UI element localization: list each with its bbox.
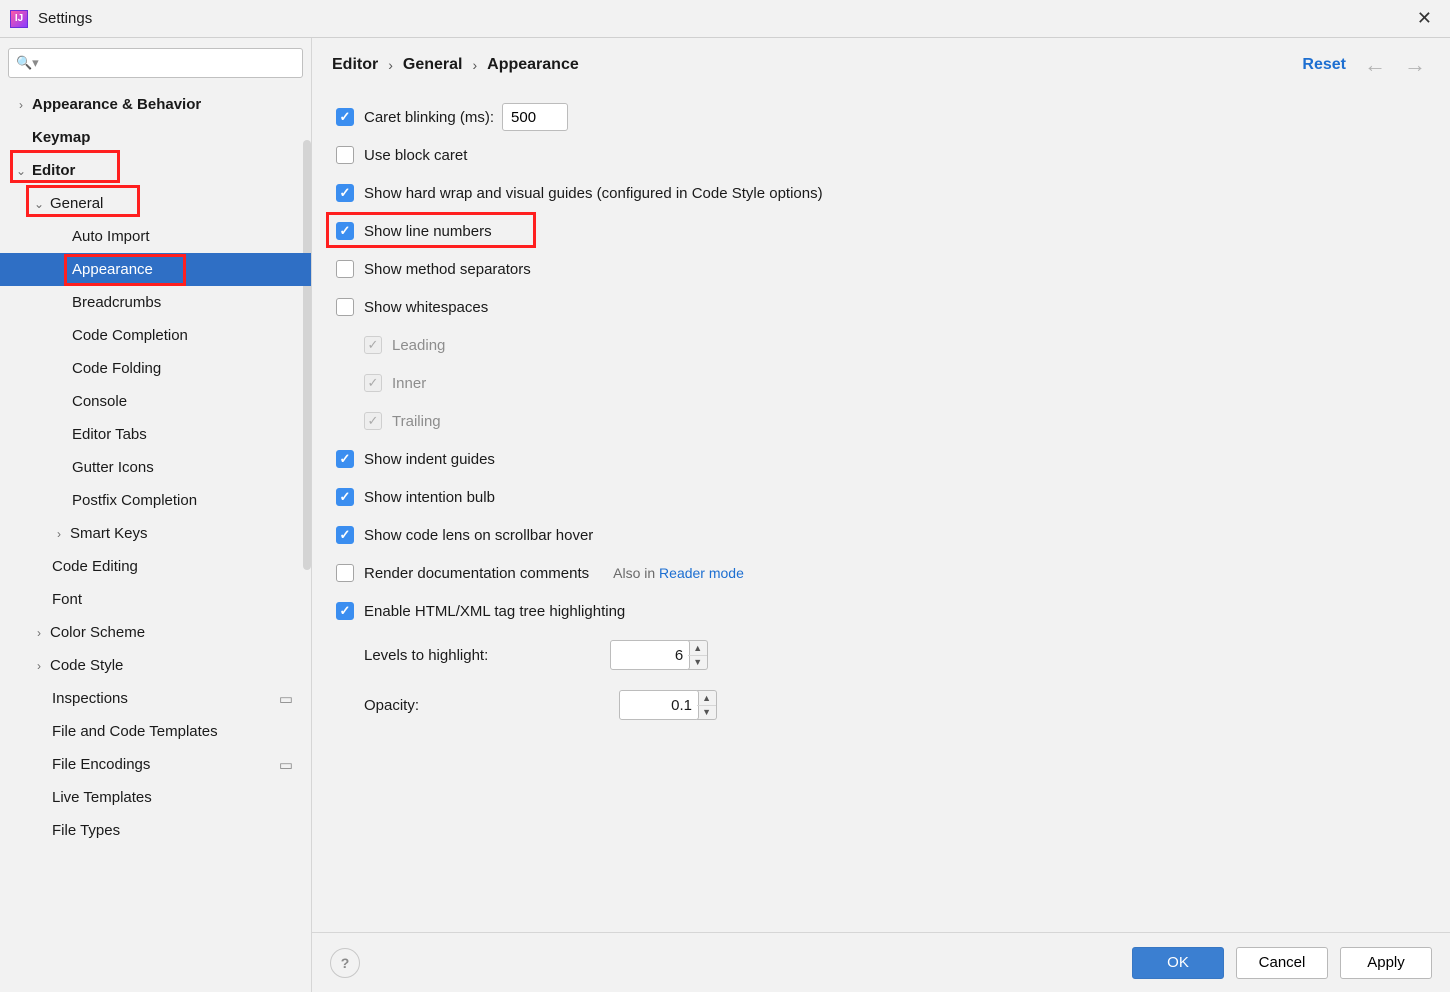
tree-general[interactable]: ⌄General — [0, 187, 311, 220]
breadcrumb-appearance: Appearance — [487, 56, 579, 74]
body: 🔍▾ ›Appearance & Behavior Keymap ⌄Editor… — [0, 38, 1450, 992]
chevron-up-icon[interactable]: ▲ — [697, 691, 716, 706]
tree-file-code-templates[interactable]: File and Code Templates — [0, 715, 311, 748]
checkbox-ws-trailing — [364, 412, 382, 430]
opt-render-doc: Render documentation comments Also in Re… — [336, 554, 1426, 592]
reset-button[interactable]: Reset — [1302, 56, 1346, 74]
breadcrumb-general[interactable]: General — [403, 56, 463, 74]
opt-block-caret: Use block caret — [336, 136, 1426, 174]
checkbox-indent-guides[interactable] — [336, 450, 354, 468]
caret-blinking-input[interactable] — [502, 103, 568, 131]
chevron-up-icon[interactable]: ▲ — [688, 641, 707, 656]
levels-stepper[interactable]: ▲▼ — [688, 640, 708, 670]
tree-editor-tabs[interactable]: Editor Tabs — [0, 418, 311, 451]
close-icon[interactable]: ✕ — [1409, 4, 1440, 33]
project-icon: ▭ — [279, 756, 293, 774]
checkbox-render-doc[interactable] — [336, 564, 354, 582]
tree-file-types[interactable]: File Types — [0, 814, 311, 847]
checkbox-hard-wrap[interactable] — [336, 184, 354, 202]
tree-code-folding[interactable]: Code Folding — [0, 352, 311, 385]
opt-html-xml: Enable HTML/XML tag tree highlighting — [336, 592, 1426, 630]
settings-tree: ›Appearance & Behavior Keymap ⌄Editor ⌄G… — [0, 88, 311, 992]
forward-icon[interactable]: → — [1404, 52, 1426, 78]
opt-ws-inner: Inner — [364, 364, 1426, 402]
opt-ws-trailing: Trailing — [364, 402, 1426, 440]
levels-input[interactable]: 6 — [610, 640, 690, 670]
app-icon: IJ — [10, 10, 28, 28]
opt-opacity: Opacity: 0.1 ▲▼ — [364, 680, 1426, 730]
checkbox-intention-bulb[interactable] — [336, 488, 354, 506]
chevron-right-icon: › — [472, 57, 477, 73]
opt-indent-guides: Show indent guides — [336, 440, 1426, 478]
tree-code-style[interactable]: ›Code Style — [0, 649, 311, 682]
opacity-stepper[interactable]: ▲▼ — [697, 690, 717, 720]
apply-button[interactable]: Apply — [1340, 947, 1432, 979]
main-panel: Editor › General › Appearance Reset ← → … — [312, 38, 1450, 992]
tree-code-completion[interactable]: Code Completion — [0, 319, 311, 352]
opt-hard-wrap: Show hard wrap and visual guides (config… — [336, 174, 1426, 212]
sidebar: 🔍▾ ›Appearance & Behavior Keymap ⌄Editor… — [0, 38, 312, 992]
search-input[interactable] — [8, 48, 303, 78]
breadcrumb-editor[interactable]: Editor — [332, 56, 378, 74]
opt-code-lens: Show code lens on scrollbar hover — [336, 516, 1426, 554]
opt-intention-bulb: Show intention bulb — [336, 478, 1426, 516]
opt-levels: Levels to highlight: 6 ▲▼ — [364, 630, 1426, 680]
opt-whitespaces: Show whitespaces — [336, 288, 1426, 326]
tree-appearance[interactable]: Appearance — [0, 253, 311, 286]
checkbox-whitespaces[interactable] — [336, 298, 354, 316]
opt-ws-leading: Leading — [364, 326, 1426, 364]
main-header: Editor › General › Appearance Reset ← → — [312, 38, 1450, 92]
tree-breadcrumbs[interactable]: Breadcrumbs — [0, 286, 311, 319]
tree-postfix-completion[interactable]: Postfix Completion — [0, 484, 311, 517]
checkbox-method-separators[interactable] — [336, 260, 354, 278]
tree-live-templates[interactable]: Live Templates — [0, 781, 311, 814]
tree-file-encodings[interactable]: File Encodings▭ — [0, 748, 311, 781]
search-wrap: 🔍▾ — [0, 38, 311, 88]
tree-gutter-icons[interactable]: Gutter Icons — [0, 451, 311, 484]
footer: ? OK Cancel Apply — [312, 932, 1450, 992]
chevron-down-icon[interactable]: ▼ — [688, 656, 707, 670]
checkbox-html-xml[interactable] — [336, 602, 354, 620]
help-button[interactable]: ? — [330, 948, 360, 978]
project-icon: ▭ — [279, 690, 293, 708]
tree-font[interactable]: Font — [0, 583, 311, 616]
opt-line-numbers: Show line numbers — [336, 212, 1426, 250]
tree-console[interactable]: Console — [0, 385, 311, 418]
opt-method-separators: Show method separators — [336, 250, 1426, 288]
tree-editor[interactable]: ⌄Editor — [0, 154, 311, 187]
titlebar: IJ Settings ✕ — [0, 0, 1450, 38]
reader-mode-link[interactable]: Reader mode — [659, 565, 744, 581]
tree-inspections[interactable]: Inspections▭ — [0, 682, 311, 715]
tree-keymap[interactable]: Keymap — [0, 121, 311, 154]
tree-code-editing[interactable]: Code Editing — [0, 550, 311, 583]
tree-smart-keys[interactable]: ›Smart Keys — [0, 517, 311, 550]
checkbox-code-lens[interactable] — [336, 526, 354, 544]
tree-color-scheme[interactable]: ›Color Scheme — [0, 616, 311, 649]
chevron-down-icon[interactable]: ▼ — [697, 706, 716, 720]
checkbox-caret-blinking[interactable] — [336, 108, 354, 126]
tree-auto-import[interactable]: Auto Import — [0, 220, 311, 253]
chevron-right-icon: › — [388, 57, 393, 73]
checkbox-ws-leading — [364, 336, 382, 354]
alsoin-text: Also in Reader mode — [613, 565, 744, 581]
back-icon[interactable]: ← — [1364, 52, 1386, 78]
checkbox-line-numbers[interactable] — [336, 222, 354, 240]
window-title: Settings — [38, 10, 92, 27]
tree-appearance-behavior[interactable]: ›Appearance & Behavior — [0, 88, 311, 121]
checkbox-block-caret[interactable] — [336, 146, 354, 164]
content: Caret blinking (ms): Use block caret Sho… — [312, 92, 1450, 754]
opacity-input[interactable]: 0.1 — [619, 690, 699, 720]
ok-button[interactable]: OK — [1132, 947, 1224, 979]
cancel-button[interactable]: Cancel — [1236, 947, 1328, 979]
settings-window: IJ Settings ✕ 🔍▾ ›Appearance & Behavior … — [0, 0, 1450, 992]
checkbox-ws-inner — [364, 374, 382, 392]
opt-caret-blinking: Caret blinking (ms): — [336, 98, 1426, 136]
